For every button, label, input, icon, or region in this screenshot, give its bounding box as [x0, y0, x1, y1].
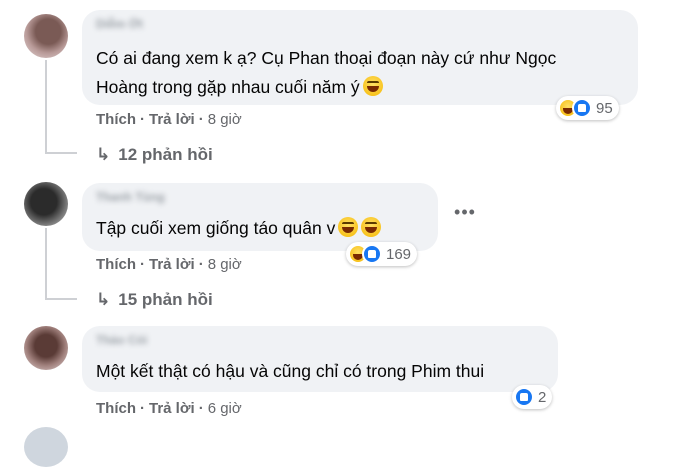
reply-button[interactable]: Trả lời: [149, 256, 195, 273]
comment-text: Tập cuối xem giống táo quân v: [96, 214, 382, 243]
reaction-summary[interactable]: 169: [346, 242, 418, 266]
laughing-emoji-icon: [338, 217, 359, 237]
comment-bubble: Thảo Cỏi Một kết thật có hậu và cũng chỉ…: [82, 326, 558, 392]
view-replies-link[interactable]: ↳ 15 phản hồi: [96, 290, 213, 310]
timestamp[interactable]: 8 giờ: [208, 111, 242, 128]
separator: ·: [140, 111, 145, 128]
thread-line: [45, 152, 77, 154]
separator: ·: [140, 256, 145, 273]
comment-actions: Thích · Trả lời · 8 giờ: [96, 256, 242, 273]
comment-author[interactable]: Diễm Ớt: [96, 17, 143, 31]
timestamp[interactable]: 6 giờ: [208, 400, 242, 417]
comment-text-line-2: Hoàng trong gặp nhau cuối năm ý: [96, 73, 556, 102]
comment-author[interactable]: Thanh Tùng: [96, 190, 165, 204]
more-options-icon[interactable]: •••: [452, 203, 478, 224]
avatar[interactable]: [24, 14, 68, 58]
avatar[interactable]: [24, 182, 68, 226]
like-button[interactable]: Thích: [96, 111, 136, 128]
avatar[interactable]: [24, 427, 68, 467]
laughing-emoji-icon: [362, 76, 383, 96]
replies-label: 12 phản hồi: [118, 145, 213, 164]
replies-label: 15 phản hồi: [118, 290, 213, 309]
thread-line: [45, 60, 47, 154]
reaction-summary[interactable]: 95: [556, 96, 619, 120]
like-button[interactable]: Thích: [96, 400, 136, 417]
thread-line: [45, 298, 77, 300]
separator: ·: [198, 256, 204, 273]
comment-text-line: Tập cuối xem giống táo quân v: [96, 218, 336, 238]
view-replies-link[interactable]: ↳ 12 phản hồi: [96, 145, 213, 165]
reaction-count: 169: [386, 245, 412, 263]
comment-text-line: Một kết thật có hậu và cũng chỉ có trong…: [96, 361, 485, 381]
separator: ·: [198, 111, 204, 128]
separator: ·: [140, 400, 145, 417]
comment-text: Có ai đang xem k ạ? Cụ Phan thoại đoạn n…: [96, 44, 556, 102]
reply-arrow-icon: ↳: [96, 145, 111, 164]
comment-actions: Thích · Trả lời · 6 giờ: [96, 400, 242, 417]
like-reaction-icon: [572, 98, 592, 118]
comment-text-line: Hoàng trong gặp nhau cuối năm ý: [96, 77, 360, 97]
like-reaction-icon: [514, 387, 534, 407]
timestamp[interactable]: 8 giờ: [208, 256, 242, 273]
comment-bubble: Thanh Tùng Tập cuối xem giống táo quân v: [82, 183, 438, 251]
comment-bubble: Diễm Ớt Có ai đang xem k ạ? Cụ Phan thoạ…: [82, 10, 638, 105]
laughing-emoji-icon: [361, 217, 382, 237]
thread-line: [45, 228, 47, 300]
comment-text: Một kết thật có hậu và cũng chỉ có trong…: [96, 357, 484, 386]
like-button[interactable]: Thích: [96, 256, 136, 273]
like-reaction-icon: [362, 244, 382, 264]
avatar[interactable]: [24, 326, 68, 370]
reaction-summary[interactable]: 2: [512, 385, 553, 409]
reaction-count: 95: [596, 99, 613, 117]
reply-button[interactable]: Trả lời: [149, 400, 195, 417]
reply-button[interactable]: Trả lời: [149, 111, 195, 128]
separator: ·: [198, 400, 204, 417]
reaction-count: 2: [538, 388, 547, 406]
comment-author[interactable]: Thảo Cỏi: [96, 333, 147, 347]
reply-arrow-icon: ↳: [96, 290, 111, 309]
comment-actions: Thích · Trả lời · 8 giờ: [96, 111, 242, 128]
comment-text-line: Có ai đang xem k ạ? Cụ Phan thoại đoạn n…: [96, 48, 557, 68]
